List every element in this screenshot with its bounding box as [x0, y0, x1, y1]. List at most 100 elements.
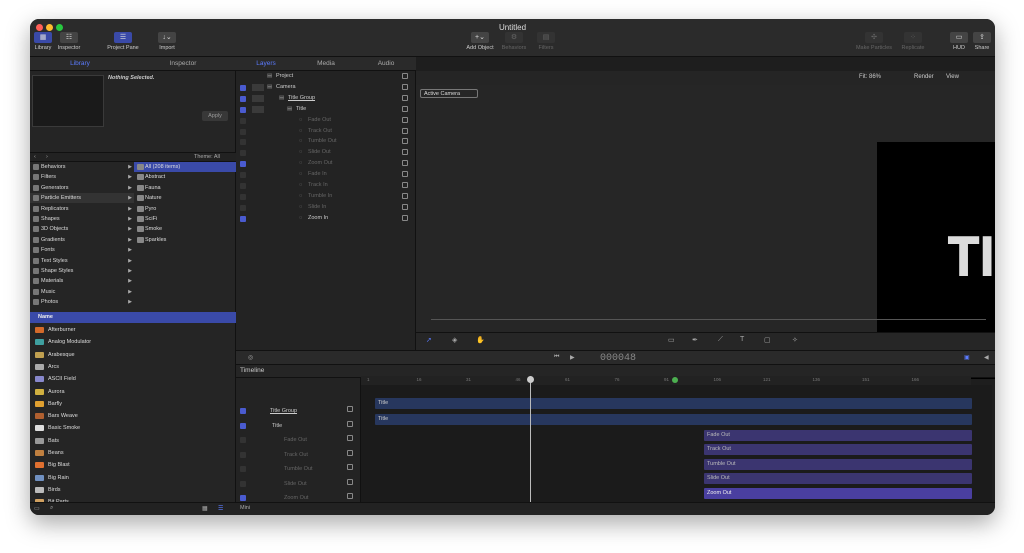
timeline-clip[interactable]: Title — [375, 398, 972, 409]
folder-icon[interactable]: ▭ — [34, 505, 40, 512]
layer-row[interactable]: ◌ Slide Out — [236, 147, 416, 158]
forward-icon[interactable]: › — [46, 154, 48, 160]
lock-icon[interactable] — [402, 138, 408, 145]
sparkle-tool-icon[interactable]: ✧ — [792, 336, 798, 344]
show-timeline-icon[interactable]: ▣ — [964, 354, 970, 361]
library-item[interactable]: Arcs — [30, 361, 236, 373]
library-category-item[interactable]: Particle Emitters ▶ — [30, 193, 134, 204]
pan-tool-icon[interactable]: ✋ — [476, 336, 485, 344]
fit-zoom-menu[interactable]: Fit: 86% — [859, 74, 881, 80]
library-item[interactable]: Beans — [30, 447, 236, 459]
library-item[interactable]: Analog Modulator — [30, 336, 236, 348]
timeline-visibility-checkbox[interactable] — [240, 437, 246, 443]
timeline-layer-row[interactable]: Title Group — [236, 404, 361, 419]
library-category-item[interactable]: Shape Styles ▶ — [30, 266, 134, 276]
lock-icon[interactable] — [402, 73, 408, 79]
lock-icon[interactable] — [402, 105, 408, 112]
layer-visibility-checkbox[interactable] — [240, 84, 246, 91]
library-category-item[interactable]: Filters ▶ — [30, 172, 134, 182]
canvas-title-text[interactable]: TITLE HERE — [907, 228, 995, 288]
mini-view-selector[interactable]: Mini — [240, 505, 250, 511]
lock-icon[interactable] — [347, 464, 353, 470]
lock-icon[interactable] — [347, 435, 353, 441]
library-item[interactable]: Big Rain — [30, 472, 236, 484]
lock-icon[interactable] — [347, 406, 353, 412]
library-category-item[interactable]: Fonts ▶ — [30, 245, 134, 255]
back-icon[interactable]: ‹ — [34, 154, 36, 160]
import-button[interactable]: ↓⌄ Import — [152, 32, 182, 51]
library-category-item[interactable]: Behaviors ▶ — [30, 162, 134, 172]
timeline-clip[interactable]: Slide Out — [704, 473, 972, 484]
lock-icon[interactable] — [402, 182, 408, 188]
library-item[interactable]: Aurora — [30, 386, 236, 398]
layer-visibility-checkbox[interactable] — [240, 139, 246, 146]
layer-row[interactable]: ◌ Fade In — [236, 169, 416, 180]
library-category-item[interactable]: Generators ▶ — [30, 183, 134, 193]
library-item[interactable]: Bats — [30, 435, 236, 447]
hud-button[interactable]: ▭ HUD — [950, 32, 968, 51]
go-to-start-icon[interactable]: ⏮ — [554, 354, 559, 361]
play-icon[interactable]: ▶ — [570, 354, 575, 361]
layer-row[interactable]: ◌ Track Out — [236, 126, 416, 137]
layer-row[interactable]: ◌ Tumble Out — [236, 136, 416, 147]
library-category-item[interactable]: Replicators ▶ — [30, 204, 134, 214]
library-category-item[interactable]: Text Styles ▶ — [30, 256, 134, 266]
library-category-item[interactable]: 3D Objects ▶ — [30, 224, 134, 234]
layer-row[interactable]: ▤ Project — [236, 71, 416, 82]
add-object-button[interactable]: +⌄ Add Object — [463, 32, 497, 51]
library-subcategory-item[interactable]: Sparkles — [134, 235, 236, 245]
search-icon[interactable]: ⌕ — [50, 505, 53, 512]
timeline-visibility-checkbox[interactable] — [240, 422, 246, 429]
render-menu[interactable]: Render — [914, 74, 934, 80]
lock-icon[interactable] — [402, 94, 408, 101]
audio-icon[interactable]: ◀ — [984, 354, 989, 361]
layer-visibility-checkbox[interactable] — [240, 150, 246, 157]
lock-icon[interactable] — [402, 203, 408, 210]
library-subcategory-item[interactable]: Pyro — [134, 204, 236, 214]
timeline-layer-row[interactable]: Track Out — [236, 448, 361, 463]
timeline-layer-row[interactable]: Tumble Out — [236, 462, 361, 477]
theme-selector[interactable]: Theme: All — [194, 154, 220, 160]
lock-icon[interactable] — [402, 171, 408, 178]
pen-tool-icon[interactable]: ✒ — [692, 336, 698, 344]
camera-selector[interactable]: Active Camera — [420, 89, 478, 98]
layer-visibility-checkbox[interactable] — [240, 128, 246, 135]
layer-visibility-checkbox[interactable] — [240, 193, 246, 200]
text-tool-icon[interactable]: T — [740, 336, 744, 343]
lock-icon[interactable] — [402, 149, 408, 156]
layer-visibility-checkbox[interactable] — [240, 204, 246, 211]
tab-media[interactable]: Media — [296, 57, 356, 71]
library-subcategory-item[interactable]: Nature — [134, 193, 236, 203]
list-view-icon[interactable]: ☰ — [218, 505, 223, 512]
playhead-handle[interactable] — [527, 376, 534, 383]
mask-tool-icon[interactable]: ▢ — [764, 336, 771, 344]
library-button[interactable]: ▦ Library — [32, 32, 54, 51]
layer-visibility-checkbox[interactable] — [240, 161, 246, 168]
tab-layers[interactable]: Layers — [236, 57, 296, 71]
layer-row[interactable]: ◌ Zoom In — [236, 213, 416, 224]
select-tool-icon[interactable]: ➚ — [426, 336, 432, 344]
lock-icon[interactable] — [402, 83, 408, 90]
timeline-visibility-checkbox[interactable] — [240, 408, 246, 414]
lock-icon[interactable] — [347, 493, 353, 499]
library-item[interactable]: Barfly — [30, 398, 236, 410]
library-subcategory-item[interactable]: SciFi — [134, 214, 236, 224]
timeline-layer-row[interactable]: Title — [236, 419, 361, 434]
layer-row[interactable]: ◌ Fade Out — [236, 115, 416, 126]
layer-visibility-checkbox[interactable] — [240, 95, 246, 102]
library-item[interactable]: Bars Weave — [30, 410, 236, 422]
project-pane-button[interactable]: ☰ Project Pane — [102, 32, 144, 51]
timeline-clip[interactable]: Tumble Out — [704, 459, 972, 470]
shape-tool-icon[interactable]: ▭ — [668, 336, 675, 344]
tab-library[interactable]: Library — [30, 57, 130, 71]
layer-visibility-checkbox[interactable] — [240, 117, 246, 124]
timeline-track-area[interactable]: Title Title Fade Out Track Out Tumble Out Sli… — [361, 385, 992, 513]
library-category-item[interactable]: Materials ▶ — [30, 276, 134, 286]
library-item[interactable]: Arabesque — [30, 349, 236, 361]
layer-row[interactable]: ◌ Tumble In — [236, 191, 416, 202]
layer-row[interactable]: ◌ Slide In — [236, 202, 416, 213]
layer-visibility-checkbox[interactable] — [240, 215, 246, 222]
filters-button[interactable]: ▤ Filters — [533, 32, 559, 51]
timeline-ruler[interactable]: 1 16 31 46 61 76 91 106 121 136 151 166 — [361, 376, 971, 385]
library-item[interactable]: Basic Smoke — [30, 422, 236, 434]
